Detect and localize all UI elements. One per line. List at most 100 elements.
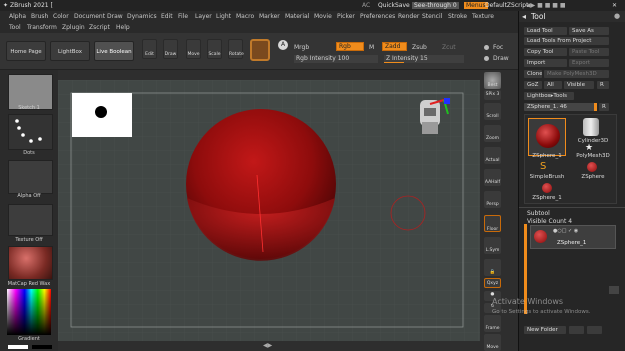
document-canvas[interactable] <box>58 80 480 341</box>
persp-button[interactable]: Persp <box>484 191 501 208</box>
material-swatch[interactable] <box>250 39 270 61</box>
spix-button[interactable]: SPix 3 <box>484 90 501 100</box>
menu-alpha[interactable]: Alpha <box>9 13 26 20</box>
bottom-tray-arrows-icon[interactable]: ◀▶ <box>263 342 272 349</box>
menu-layer[interactable]: Layer <box>195 13 212 20</box>
lightbox-tools-button[interactable]: Lightbox▸Tools <box>524 92 574 100</box>
folder-action-1-button[interactable] <box>569 326 584 334</box>
lightbox-button[interactable]: LightBox <box>50 41 90 61</box>
aahalf-button[interactable]: AAHalf <box>484 169 501 186</box>
menu-transform[interactable]: Transform <box>27 24 57 31</box>
mrgb-button[interactable]: Mrgb <box>294 44 309 51</box>
new-folder-button[interactable]: New Folder <box>524 326 566 334</box>
see-through-slider[interactable]: See-through 0 <box>412 2 459 9</box>
lsym-button[interactable]: L.Sym <box>484 237 501 254</box>
tool-palette-pin-icon[interactable]: ● <box>614 12 620 20</box>
lock-button[interactable]: 🔒 <box>484 259 501 276</box>
a-mode-button[interactable]: A <box>278 40 288 50</box>
menu-zplugin[interactable]: Zplugin <box>62 24 85 31</box>
goz-r-button[interactable]: R <box>597 81 609 89</box>
menu-brush[interactable]: Brush <box>31 13 48 20</box>
m-button[interactable]: M <box>369 44 374 51</box>
rotate-button[interactable]: Rotate <box>228 39 244 59</box>
subtool-header[interactable]: Subtool <box>527 210 550 217</box>
texture-thumbnail[interactable] <box>8 204 53 236</box>
simplebrush-icon[interactable]: S <box>540 161 546 172</box>
quicksave-button[interactable]: QuickSave <box>378 2 410 9</box>
save-as-button[interactable]: Save As <box>569 27 609 35</box>
viewport-svg[interactable] <box>58 80 480 341</box>
subtool-arrow-icon[interactable] <box>609 286 619 294</box>
goz-button[interactable]: GoZ <box>524 81 542 89</box>
cylinder3d-icon[interactable] <box>583 118 599 136</box>
goz-all-button[interactable]: All <box>544 81 562 89</box>
folder-action-2-button[interactable] <box>587 326 602 334</box>
tool-item-zsphere-selected[interactable] <box>528 118 566 156</box>
main-color-swatch[interactable] <box>8 345 28 349</box>
menu-texture[interactable]: Texture <box>472 13 494 20</box>
zsub-button[interactable]: Zsub <box>412 44 427 51</box>
menu-draw[interactable]: Draw <box>107 13 123 20</box>
zadd-button[interactable]: Zadd <box>382 42 407 51</box>
menu-picker[interactable]: Picker <box>337 13 355 20</box>
clone-button[interactable]: Clone <box>524 70 542 78</box>
menu-render[interactable]: Render <box>398 13 419 20</box>
load-tool-button[interactable]: Load Tool <box>524 27 567 35</box>
zsphere-r-button[interactable]: R <box>599 103 609 111</box>
move-view-button[interactable]: Move <box>484 334 501 351</box>
ac-label[interactable]: AC <box>362 2 370 9</box>
color-picker[interactable] <box>7 289 51 335</box>
scale-button[interactable]: Scale <box>207 39 222 59</box>
floor-button[interactable]: Floor <box>484 215 501 232</box>
copy-tool-button[interactable]: Copy Tool <box>524 48 567 56</box>
home-page-button[interactable]: Home Page <box>6 41 46 61</box>
rgb-button[interactable]: Rgb <box>336 42 364 51</box>
focal-shift-slider[interactable]: Foc <box>493 44 503 51</box>
secondary-color-swatch[interactable] <box>32 345 52 349</box>
matcap-thumbnail[interactable] <box>8 246 53 280</box>
menu-help[interactable]: Help <box>116 24 130 31</box>
menu-color[interactable]: Color <box>53 13 69 20</box>
menu-file[interactable]: File <box>178 13 188 20</box>
menu-preferences[interactable]: Preferences <box>360 13 395 20</box>
zsphere-tool-slider[interactable]: ZSphere_1. 46 <box>524 103 597 111</box>
zsphere-1-tool-icon[interactable] <box>542 183 552 193</box>
menu-movie[interactable]: Movie <box>314 13 332 20</box>
subtool-item[interactable]: ●○□ ✓ ◉ ZSphere_1 <box>530 225 616 249</box>
draw-size-slider[interactable]: Draw <box>493 55 509 62</box>
close-window-icon[interactable]: ✕ <box>612 2 617 9</box>
default-zscript-button[interactable]: DefaultZScript <box>485 2 528 9</box>
frame-button[interactable]: Frame <box>484 315 501 332</box>
menu-dynamics[interactable]: Dynamics <box>127 13 157 20</box>
menu-macro[interactable]: Macro <box>236 13 254 20</box>
move-button[interactable]: Move <box>186 39 201 59</box>
menu-stencil[interactable]: Stencil <box>422 13 442 20</box>
subtool-controls-icon[interactable]: ●○□ ✓ ◉ <box>553 228 578 234</box>
load-tools-from-project-button[interactable]: Load Tools From Project <box>524 37 609 45</box>
scroll-button[interactable]: Scroll <box>484 103 501 120</box>
menu-stroke[interactable]: Stroke <box>448 13 467 20</box>
dots-thumbnail[interactable] <box>8 114 53 150</box>
tool-palette-header[interactable]: ◂ Tool <box>519 11 625 22</box>
import-button[interactable]: Import <box>524 59 567 67</box>
qxyz-button[interactable]: Qxyz <box>484 278 501 288</box>
rgb-intensity-slider[interactable]: Rgb Intensity 100 <box>294 55 378 63</box>
window-controls-icon[interactable]: ◀▶ ■ ■ ■ ■ <box>526 2 566 9</box>
live-boolean-button[interactable]: Live Boolean <box>94 41 134 61</box>
draw-button[interactable]: Draw <box>163 39 178 59</box>
menu-material[interactable]: Material <box>285 13 309 20</box>
polymesh3d-star-icon[interactable]: ★ <box>585 143 593 153</box>
alpha-thumbnail[interactable] <box>8 160 53 194</box>
menu-light[interactable]: Light <box>216 13 231 20</box>
paste-tool-button[interactable]: Paste Tool <box>569 48 609 56</box>
export-button[interactable]: Export <box>569 59 609 67</box>
menu-edit[interactable]: Edit <box>161 13 173 20</box>
menu-document[interactable]: Document <box>74 13 105 20</box>
actual-button[interactable]: Actual <box>484 147 501 164</box>
goz-visible-button[interactable]: Visible <box>564 81 594 89</box>
zsphere-tool-icon[interactable] <box>587 162 597 172</box>
edit-button[interactable]: Edit <box>142 39 157 59</box>
menu-marker[interactable]: Marker <box>259 13 280 20</box>
make-polymesh-button[interactable]: Make PolyMesh3D <box>544 70 609 78</box>
best-render-button[interactable]: Best <box>484 72 501 89</box>
